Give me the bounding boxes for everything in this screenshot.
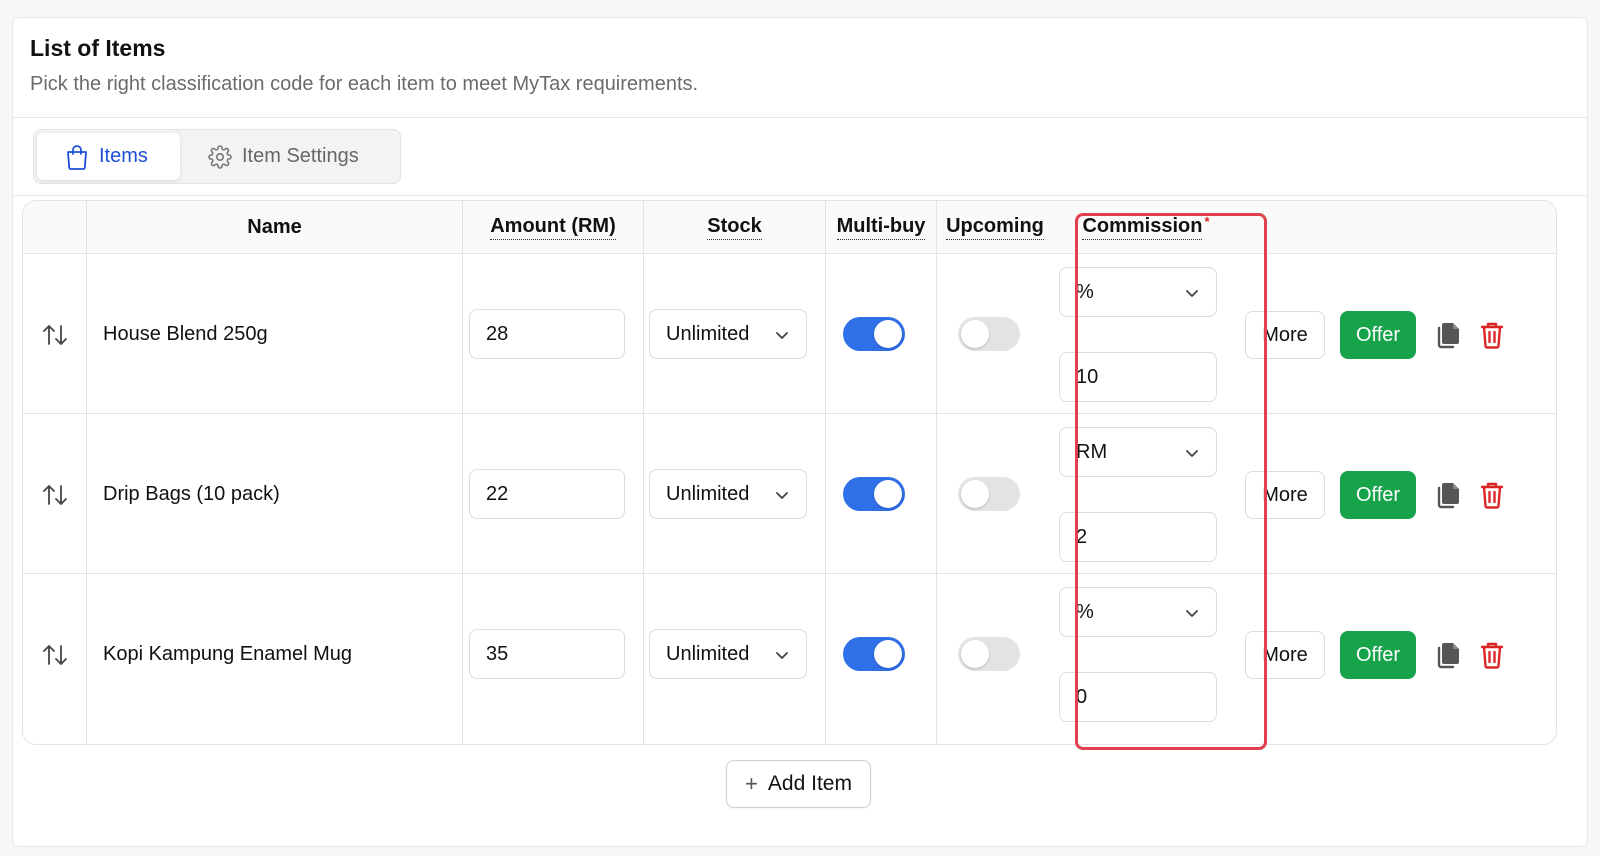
copy-icon[interactable] [1435,321,1461,349]
stock-select[interactable]: Unlimited [649,469,807,519]
more-button[interactable]: More [1245,471,1325,519]
chevron-down-icon [1186,610,1198,617]
multibuy-toggle[interactable] [843,317,905,351]
offer-button[interactable]: Offer [1340,471,1416,519]
stock-select[interactable]: Unlimited [649,309,807,359]
item-name: Kopi Kampung Enamel Mug [103,643,353,665]
card-header: List of Items Pick the right classificat… [13,18,1587,118]
commission-type-value: % [1076,600,1094,623]
tab-item-settings[interactable]: Item Settings [204,133,394,180]
column-header-multibuy[interactable]: Multi-buy [826,201,936,254]
required-mark: * [1204,214,1210,229]
sort-arrows-icon[interactable] [41,482,69,508]
column-header-upcoming[interactable]: Upcoming [937,201,1053,254]
items-table: Name Amount (RM) Stock Multi-buy Upcomin… [22,200,1557,745]
upcoming-toggle[interactable] [958,637,1020,671]
stock-select-value: Unlimited [666,642,750,665]
chevron-down-icon [776,492,788,499]
commission-type-value: RM [1076,440,1108,463]
commission-value-input[interactable]: 0 [1059,672,1217,722]
column-header-name: Name [247,216,302,238]
amount-input[interactable]: 35 [469,629,625,679]
table-row: Kopi Kampung Enamel Mug 35 Unlimited % 0… [23,575,1556,734]
tab-item-settings-label: Item Settings [242,145,359,167]
multibuy-toggle[interactable] [843,637,905,671]
sort-arrows-icon[interactable] [41,322,69,348]
upcoming-toggle[interactable] [958,477,1020,511]
chevron-down-icon [776,652,788,659]
copy-icon[interactable] [1435,481,1461,509]
trash-icon[interactable] [1479,641,1505,669]
column-header-stock[interactable]: Stock [644,201,825,254]
toggle-knob [961,640,989,668]
stock-select-value: Unlimited [666,322,750,345]
amount-input[interactable]: 22 [469,469,625,519]
more-button[interactable]: More [1245,631,1325,679]
sort-arrows-icon[interactable] [41,642,69,668]
tab-items[interactable]: Items [37,133,180,180]
toggle-knob [961,480,989,508]
commission-value-input[interactable]: 2 [1059,512,1217,562]
column-header-amount[interactable]: Amount (RM) [463,201,643,254]
stock-select-value: Unlimited [666,482,750,505]
toggle-knob [874,320,902,348]
page-title: List of Items [30,35,166,61]
tab-bar: Items Item Settings [13,118,1587,196]
item-name: House Blend 250g [103,323,268,345]
shopping-bag-icon [67,144,87,170]
add-item-button[interactable]: + Add Item [726,760,871,808]
stock-select[interactable]: Unlimited [649,629,807,679]
toggle-knob [961,320,989,348]
offer-button[interactable]: Offer [1340,311,1416,359]
multibuy-toggle[interactable] [843,477,905,511]
commission-type-value: % [1076,280,1094,303]
trash-icon[interactable] [1479,481,1505,509]
table-header: Name Amount (RM) Stock Multi-buy Upcomin… [23,201,1556,254]
tab-items-label: Items [99,145,148,167]
table-row: Drip Bags (10 pack) 22 Unlimited RM 2 Mo… [23,415,1556,574]
upcoming-toggle[interactable] [958,317,1020,351]
trash-icon[interactable] [1479,321,1505,349]
amount-input[interactable]: 28 [469,309,625,359]
chevron-down-icon [1186,290,1198,297]
item-name: Drip Bags (10 pack) [103,483,280,505]
toggle-knob [874,480,902,508]
gear-icon [208,144,232,169]
copy-icon[interactable] [1435,641,1461,669]
offer-button[interactable]: Offer [1340,631,1416,679]
plus-icon: + [745,771,758,796]
column-header-commission[interactable]: Commission * [1053,201,1239,254]
more-button[interactable]: More [1245,311,1325,359]
add-item-label: Add Item [767,772,852,795]
table-row: House Blend 250g 28 Unlimited % 10 More … [23,255,1556,414]
toggle-knob [874,640,902,668]
tabs: Items Item Settings [33,129,401,184]
commission-type-select[interactable]: RM [1059,427,1217,477]
commission-type-select[interactable]: % [1059,267,1217,317]
chevron-down-icon [776,332,788,339]
chevron-down-icon [1186,450,1198,457]
commission-type-select[interactable]: % [1059,587,1217,637]
page-subtitle: Pick the right classification code for e… [30,73,699,95]
commission-value-input[interactable]: 10 [1059,352,1217,402]
